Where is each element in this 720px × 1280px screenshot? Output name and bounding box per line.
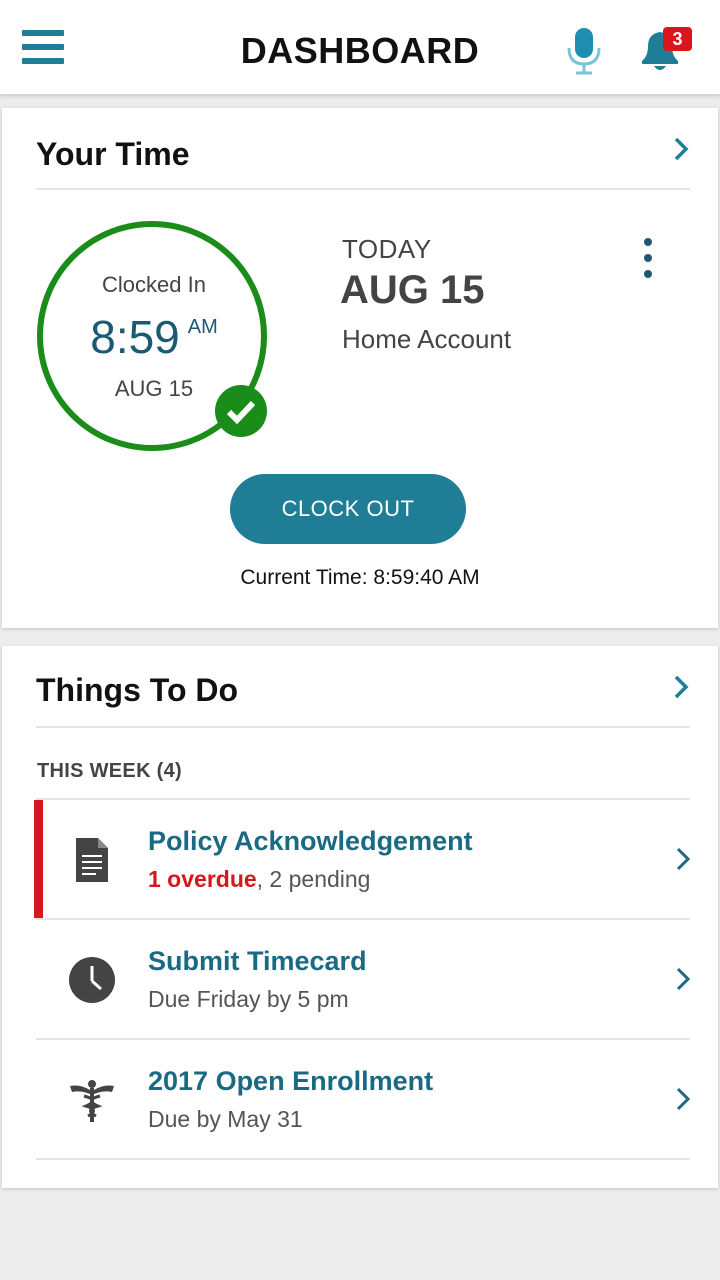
clock-icon [69, 957, 115, 1003]
current-time: Current Time: 8:59:40 AM [240, 566, 480, 589]
divider [36, 1158, 690, 1160]
task-item-enrollment[interactable]: 2017 Open Enrollment Due by May 31 [34, 1040, 691, 1158]
clock-in-time: 8:59 AM [34, 310, 274, 364]
clock-out-button[interactable]: CLOCK OUT [230, 474, 466, 544]
caduceus-icon [70, 1080, 114, 1122]
clocked-in-ring: Clocked In 8:59 AM AUG 15 [34, 220, 274, 452]
your-time-title: Your Time [36, 136, 190, 172]
overdue-indicator [34, 800, 43, 918]
chevron-right-icon [676, 1087, 691, 1111]
microphone-icon[interactable] [566, 26, 602, 76]
account-name: Home Account [342, 324, 512, 354]
things-to-do-title: Things To Do [36, 672, 239, 708]
task-item-timecard[interactable]: Submit Timecard Due Friday by 5 pm [34, 920, 691, 1038]
app-header: DASHBOARD 3 [0, 0, 720, 94]
chevron-right-icon [676, 967, 691, 991]
notification-badge: 3 [663, 27, 692, 51]
things-to-do-card: Things To Do THIS WEEK (4) Policy Acknow… [2, 646, 718, 1188]
divider [36, 726, 690, 728]
task-title: Submit Timecard [148, 946, 367, 976]
task-title: 2017 Open Enrollment [148, 1066, 434, 1096]
today-label: TODAY [342, 234, 432, 264]
your-time-chevron-right-icon[interactable] [670, 136, 692, 162]
task-item-policy[interactable]: Policy Acknowledgement 1 overdue, 2 pend… [34, 800, 691, 918]
overdue-count: 1 overdue [148, 866, 257, 892]
clock-status: Clocked In [102, 272, 206, 297]
document-icon [76, 838, 108, 882]
divider [36, 188, 690, 190]
pending-count: , 2 pending [256, 866, 371, 892]
clock-in-time-value: 8:59 [90, 311, 180, 363]
more-options-icon[interactable] [638, 236, 658, 282]
check-icon [215, 385, 267, 437]
task-subtitle: 1 overdue, 2 pending [148, 866, 370, 893]
page-title: DASHBOARD [240, 30, 480, 71]
chevron-right-icon [676, 847, 691, 871]
task-subtitle: Due by May 31 [148, 1106, 303, 1132]
your-time-card: Your Time Clocked In 8:59 AM AUG 15 TODAY… [2, 108, 718, 628]
task-subtitle: Due Friday by 5 pm [148, 986, 349, 1012]
today-date: AUG 15 [340, 268, 485, 312]
task-title: Policy Acknowledgement [148, 826, 473, 856]
section-label: THIS WEEK (4) [37, 760, 183, 782]
clock-in-ampm: AM [187, 316, 218, 338]
things-to-do-chevron-right-icon[interactable] [670, 674, 692, 700]
